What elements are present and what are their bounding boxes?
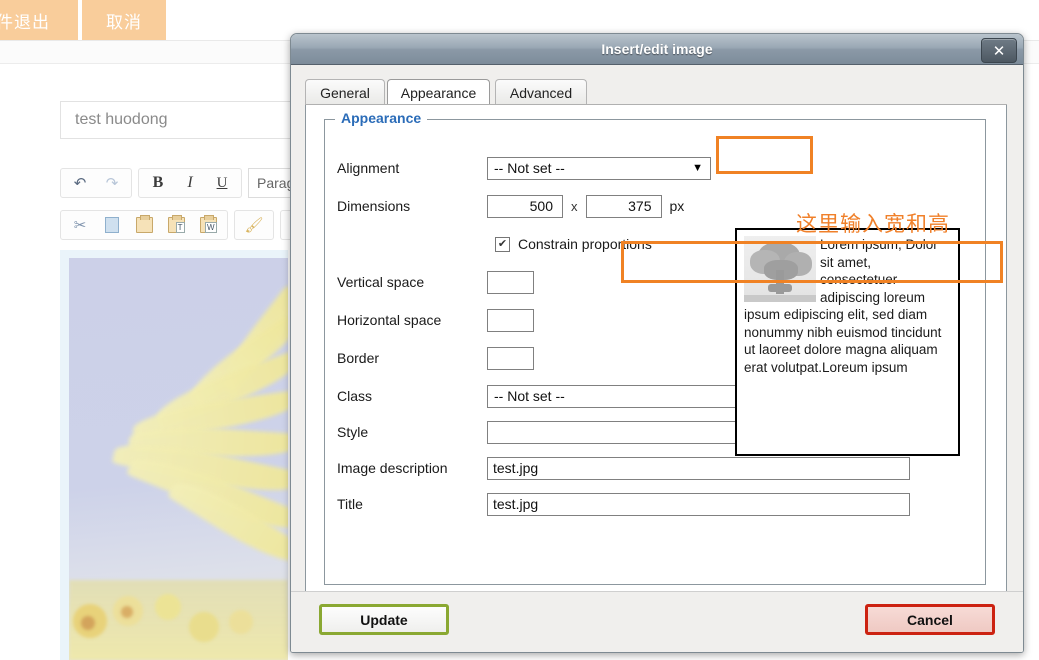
vertical-space-label: Vertical space [337,274,425,290]
paste-word-glyph: W [199,215,217,233]
paste-glyph [135,215,153,233]
tab-general[interactable]: General [305,79,385,105]
history-group: ↶ ↷ [60,168,132,198]
height-value: 375 [628,198,652,214]
tab-appearance[interactable]: Appearance [387,79,490,105]
tab-general-label: General [320,84,370,101]
dimension-unit: px [669,198,685,214]
close-icon[interactable]: ✕ [981,38,1017,63]
row-border: Border [337,346,534,370]
dialog-cancel-label: Cancel [907,611,953,628]
dialog-body: General Appearance Advanced Appearance A… [291,65,1023,652]
row-class: Class -- Not set -- ▼ [337,384,758,408]
class-select[interactable]: -- Not set -- ▼ [487,384,758,408]
dialog-title: Insert/edit image [601,41,713,57]
height-input[interactable]: 375 [585,194,662,218]
update-button[interactable]: Update [319,604,449,635]
class-label: Class [337,388,373,404]
title-input-field[interactable]: test.jpg [487,492,910,516]
title-label: Title [337,496,363,512]
width-value: 500 [529,198,553,214]
image-preview: Lorem ipsum, Dolor sit amet, consectetue… [735,228,960,456]
row-title: Title test.jpg [337,492,910,516]
editor-toolbar-row-2: ✂ T W 🖌 ⋮ [60,210,320,240]
underline-button[interactable]: U [207,170,237,196]
constrain-checkbox[interactable]: ✔ [495,236,510,252]
tab-appearance-label: Appearance [400,84,477,101]
alignment-label: Alignment [337,160,400,176]
redo-icon[interactable]: ↷ [97,170,127,196]
row-vertical-space: Vertical space [337,270,534,294]
paste-icon[interactable] [129,212,159,238]
dimensions-label: Dimensions [337,198,411,214]
alignment-value: -- Not set -- [494,160,565,176]
bold-button[interactable]: B [143,170,173,196]
fieldset-legend: Appearance [335,110,428,126]
w-badge: W [204,222,217,233]
annotation-callout-text: 这里输入宽和高 [796,212,950,236]
cancel-button[interactable]: 取消 [82,0,166,40]
horizontal-space-label: Horizontal space [337,312,442,328]
undo-icon[interactable]: ↶ [65,170,95,196]
row-constrain-proportions[interactable]: ✔ Constrain proportions [495,232,652,256]
vertical-space-input[interactable] [487,270,534,294]
sunflower-image [69,258,288,660]
style-label: Style [337,424,369,440]
tree-image [744,236,816,302]
row-dimensions: Dimensions 500 x 375 px [337,194,684,218]
row-image-description: Image description test.jpg [337,456,910,480]
dialog-footer: Update Cancel [291,591,1023,652]
dialog-titlebar[interactable]: Insert/edit image ✕ [291,34,1023,65]
insert-edit-image-dialog: Insert/edit image ✕ General Appearance A… [290,33,1024,653]
tab-strip: General Appearance Advanced [305,79,1007,105]
paste-word-icon[interactable]: W [193,212,223,238]
clipboard-group: ✂ T W [60,210,228,240]
editor-content-area[interactable] [60,250,288,660]
appearance-panel: Appearance Alignment -- Not set -- ▼ Dim… [305,105,1007,620]
t-badge: T [175,222,185,233]
horizontal-space-input[interactable] [487,308,534,332]
dimension-separator: x [571,198,578,214]
text-style-group: B I U [138,168,242,198]
alignment-select[interactable]: -- Not set -- ▼ [487,156,711,180]
row-alignment: Alignment -- Not set -- ▼ [337,156,711,180]
tab-advanced-label: Advanced [509,84,573,101]
paste-text-icon[interactable]: T [161,212,191,238]
border-label: Border [337,350,380,366]
chevron-down-icon: ▼ [692,162,703,174]
update-label: Update [360,611,408,628]
copy-icon[interactable] [97,212,127,238]
paste-text-glyph: T [167,215,185,233]
format-brush-icon[interactable]: 🖌 [239,212,269,238]
image-description-value: test.jpg [493,460,539,476]
row-horizontal-space: Horizontal space [337,308,534,332]
image-description-input[interactable]: test.jpg [487,456,910,480]
copy-glyph [105,217,119,233]
activity-title-value: test huodong [75,111,168,128]
cut-icon[interactable]: ✂ [65,212,95,238]
class-value: -- Not set -- [494,388,565,404]
title-value: test.jpg [493,496,539,512]
dialog-cancel-button[interactable]: Cancel [865,604,995,635]
width-input[interactable]: 500 [487,194,563,218]
italic-button[interactable]: I [175,170,205,196]
format-brush-group: 🖌 [234,210,274,240]
tab-advanced[interactable]: Advanced [495,79,587,105]
tree-ground [744,295,816,302]
image-description-label: Image description [337,460,448,476]
border-input[interactable] [487,346,534,370]
appearance-fieldset: Appearance Alignment -- Not set -- ▼ Dim… [324,110,986,585]
constrain-label: Constrain proportions [518,236,652,252]
exit-button[interactable]: 件退出 [0,0,78,40]
